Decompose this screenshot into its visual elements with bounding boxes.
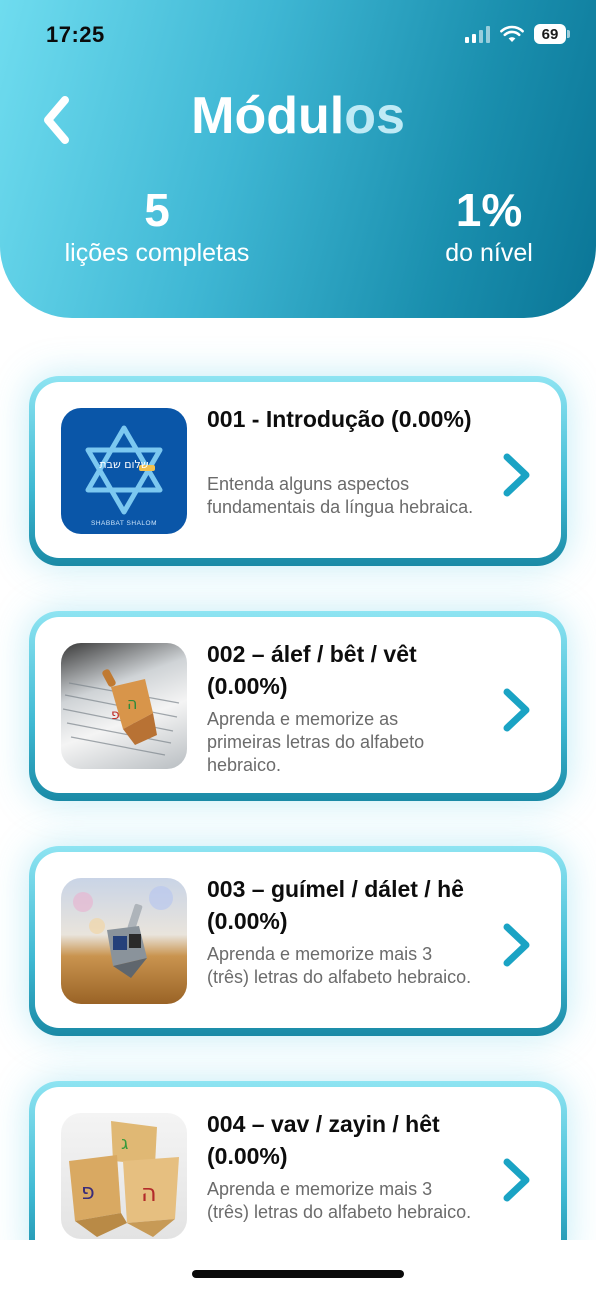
module-card-body: ג פ ה 004 – vav / zayin / hêt (0.00%) Ap… xyxy=(35,1087,561,1240)
chevron-right-icon[interactable] xyxy=(499,1157,535,1203)
chevron-right-icon[interactable] xyxy=(499,687,535,733)
home-bar-area xyxy=(0,1240,596,1290)
stat-label: do nível xyxy=(445,239,533,267)
module-title: 003 – guímel / dálet / hê (0.00%) xyxy=(207,876,464,934)
svg-text:פ: פ xyxy=(81,1180,95,1205)
battery-level: 69 xyxy=(534,24,566,44)
module-description: Aprenda e memorize mais 3 (três) letras … xyxy=(207,1179,472,1222)
dreidel-icon: ג פ ה xyxy=(69,1121,179,1237)
module-card-body: 003 – guímel / dálet / hê (0.00%) Aprend… xyxy=(35,852,561,1028)
module-card[interactable]: 003 – guímel / dálet / hê (0.00%) Aprend… xyxy=(29,846,567,1036)
chevron-right-icon[interactable] xyxy=(499,452,535,498)
module-description: Aprenda e memorize mais 3 (três) letras … xyxy=(207,944,472,987)
module-card[interactable]: ג פ ה 004 – vav / zayin / hêt (0.00%) Ap… xyxy=(29,1081,567,1240)
page-title-fade: os xyxy=(344,87,405,145)
cellular-signal-icon xyxy=(465,25,490,43)
stat-label: lições completas xyxy=(64,239,250,267)
status-icons: 69 xyxy=(465,24,570,44)
stat-completed-lessons: 5 lições completas xyxy=(58,187,256,268)
module-card[interactable]: שלום שבת SHABBAT SHALOM 001 - Introdução… xyxy=(29,376,567,566)
module-card[interactable]: ה פ 002 – álef / bêt / vêt (0.00%) Apren… xyxy=(29,611,567,801)
stat-value: 5 xyxy=(144,184,170,236)
status-time: 17:25 xyxy=(46,22,105,47)
chevron-right-icon[interactable] xyxy=(499,922,535,968)
wifi-icon xyxy=(500,25,524,42)
header: 17:25 69 Módulos 5 lições completas 1% d… xyxy=(0,0,596,318)
module-thumbnail-spinning-dreidel xyxy=(61,878,187,1004)
module-thumbnail-wooden-dreidels: ג פ ה xyxy=(61,1113,187,1239)
module-list[interactable]: שלום שבת SHABBAT SHALOM 001 - Introdução… xyxy=(0,318,596,1240)
home-indicator[interactable] xyxy=(192,1270,404,1278)
dreidel-icon: ה פ xyxy=(102,669,157,745)
module-title: 001 - Introdução (0.00%) xyxy=(207,406,472,432)
module-card-body: שלום שבת SHABBAT SHALOM 001 - Introdução… xyxy=(35,382,561,558)
module-title: 002 – álef / bêt / vêt (0.00%) xyxy=(207,641,417,699)
module-description: Entenda alguns aspectos fundamentais da … xyxy=(207,474,474,517)
thumbnail-caption: SHABBAT SHALOM xyxy=(91,520,157,527)
module-title: 004 – vav / zayin / hêt (0.00%) xyxy=(207,1111,440,1169)
svg-text:ג: ג xyxy=(121,1133,128,1154)
svg-text:ה: ה xyxy=(141,1179,157,1207)
battery-icon: 69 xyxy=(534,24,570,44)
page-title: Módulos xyxy=(0,86,596,146)
page-title-main: Módul xyxy=(191,87,345,145)
module-thumbnail-star-of-david: שלום שבת SHABBAT SHALOM xyxy=(61,408,187,534)
stat-level-progress: 1% do nível xyxy=(436,187,542,268)
stat-value: 1% xyxy=(455,184,523,236)
thumbnail-hebrew-text: שלום שבת xyxy=(99,458,149,471)
module-thumbnail-dreidel-on-book: ה פ xyxy=(61,643,187,769)
star-of-david-icon xyxy=(85,425,163,515)
svg-text:ה: ה xyxy=(127,694,137,713)
module-card-body: ה פ 002 – álef / bêt / vêt (0.00%) Apren… xyxy=(35,617,561,793)
module-description: Aprenda e memorize as primeiras letras d… xyxy=(207,709,425,775)
svg-text:פ: פ xyxy=(111,707,120,723)
dreidel-icon xyxy=(107,903,147,978)
